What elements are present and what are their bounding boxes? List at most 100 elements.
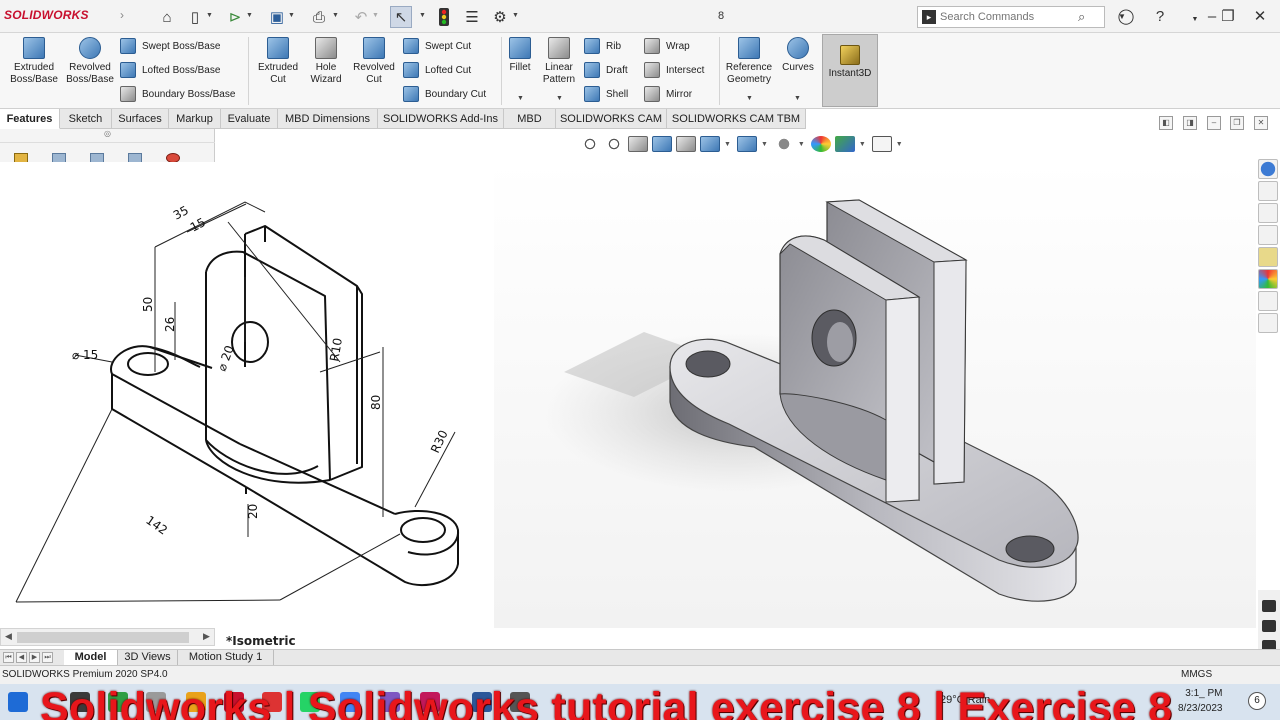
panel-handle-icon[interactable]: ◎ — [0, 129, 215, 143]
tab-solidworks-cam-tbm[interactable]: SOLIDWORKS CAM TBM — [667, 109, 806, 129]
search-commands-box[interactable]: ▸ ⌕ — [917, 6, 1105, 28]
chevron-down-icon[interactable]: ▼ — [288, 12, 295, 19]
swept-boss-button[interactable]: Swept Boss/Base — [120, 36, 220, 56]
tab-mbd-dimensions[interactable]: MBD Dimensions — [278, 109, 378, 129]
tab-solidworks-add-ins[interactable]: SOLIDWORKS Add-Ins — [378, 109, 504, 129]
file-properties-icon[interactable]: ☰ — [461, 6, 483, 28]
home-icon[interactable]: ⌂ — [156, 6, 178, 28]
reference-geometry-button[interactable]: Reference Geometry — [722, 37, 776, 86]
search-icon[interactable]: ⌕ — [1078, 9, 1085, 25]
linear-pattern-button[interactable]: Linear Pattern — [538, 37, 580, 86]
front-plate-side[interactable] — [885, 296, 920, 503]
extruded-cut-button[interactable]: Extruded Cut — [252, 37, 304, 86]
chevron-down-icon[interactable]: ▼ — [798, 141, 805, 148]
revolved-boss-button[interactable]: Revolved Boss/Base — [62, 37, 118, 86]
chevron-down-icon[interactable]: ▼ — [761, 141, 768, 148]
video-icon[interactable] — [1262, 620, 1276, 632]
tab-model[interactable]: Model — [64, 650, 118, 665]
wrap-button[interactable]: Wrap — [644, 36, 690, 56]
rebuild-traffic-light-icon[interactable] — [433, 6, 455, 28]
restore-icon[interactable]: ❐ — [1216, 6, 1240, 28]
graphics-area-3d-model[interactable] — [494, 162, 1256, 628]
new-document-icon[interactable]: ▯ — [184, 6, 206, 28]
zoom-to-area-icon[interactable] — [604, 136, 624, 152]
zoom-to-fit-icon[interactable] — [580, 136, 600, 152]
chevron-down-icon[interactable]: ▼ — [556, 95, 563, 102]
scroll-right-icon[interactable]: ▶ — [203, 631, 210, 642]
help-icon[interactable]: ? — [1148, 6, 1172, 28]
extruded-boss-button[interactable]: Extruded Boss/Base — [6, 37, 62, 86]
dynamic-annotation-icon[interactable] — [676, 136, 696, 152]
tab-sketch[interactable]: Sketch — [60, 109, 112, 129]
boundary-cut-button[interactable]: Boundary Cut — [403, 84, 486, 104]
chevron-down-icon[interactable]: ▼ — [896, 141, 903, 148]
search-input[interactable] — [940, 9, 1080, 25]
tab-solidworks-cam[interactable]: SOLIDWORKS CAM — [556, 109, 667, 129]
edit-appearance-icon[interactable] — [810, 136, 831, 152]
unit-system[interactable]: MMGS — [1181, 669, 1212, 680]
boundary-boss-button[interactable]: Boundary Boss/Base — [120, 84, 235, 104]
apply-scene-icon[interactable] — [834, 136, 855, 152]
save-icon[interactable]: ▣ — [266, 6, 288, 28]
rear-plate-side[interactable] — [933, 259, 967, 485]
chevron-down-icon[interactable]: ▼ — [724, 141, 731, 148]
right-hole[interactable] — [1005, 535, 1055, 563]
print-icon[interactable]: ⎙ — [308, 6, 330, 28]
window-next-icon[interactable]: ◨ — [1183, 116, 1197, 130]
shell-button[interactable]: Shell — [584, 84, 628, 104]
windows-start-icon[interactable] — [8, 692, 28, 712]
open-folder-icon[interactable]: ⊳ — [224, 6, 246, 28]
swept-cut-button[interactable]: Swept Cut — [403, 36, 471, 56]
display-style-icon[interactable] — [736, 136, 757, 152]
first-tab-icon[interactable]: ⏮ — [3, 652, 14, 663]
next-tab-icon[interactable]: ▶ — [29, 652, 40, 663]
curves-button[interactable]: Curves — [780, 37, 816, 74]
camera-icon[interactable] — [1262, 600, 1276, 612]
view-settings-monitor-icon[interactable] — [871, 136, 892, 152]
window-prev-icon[interactable]: ◧ — [1159, 116, 1173, 130]
chevron-down-icon[interactable]: ▼ — [419, 12, 426, 19]
chevron-down-icon[interactable]: ▼ — [246, 12, 253, 19]
hide-show-items-icon[interactable] — [773, 136, 794, 152]
chevron-down-icon[interactable]: ▼ — [794, 95, 801, 102]
chevron-down-icon[interactable]: ▼ — [859, 141, 866, 148]
revolved-cut-button[interactable]: Revolved Cut — [348, 37, 400, 86]
mirror-button[interactable]: Mirror — [644, 84, 692, 104]
section-view-icon[interactable] — [652, 136, 672, 152]
forum-icon[interactable] — [1258, 313, 1278, 333]
chevron-down-icon[interactable]: ▼ — [512, 12, 519, 19]
tab-markup[interactable]: Markup — [169, 109, 221, 129]
select-cursor-icon[interactable]: ↖ — [390, 6, 412, 28]
window-close-icon[interactable]: ✕ — [1254, 116, 1268, 130]
fillet-button[interactable]: Fillet — [505, 37, 535, 74]
scroll-thumb[interactable] — [17, 632, 189, 643]
account-icon[interactable]: ◯ — [1114, 6, 1138, 28]
home-icon[interactable] — [1258, 181, 1278, 201]
close-icon[interactable]: ✕ — [1248, 6, 1272, 28]
tab-evaluate[interactable]: Evaluate — [221, 109, 278, 129]
chevron-down-icon[interactable]: ▼ — [372, 12, 379, 19]
draft-button[interactable]: Draft — [584, 60, 628, 80]
chevron-down-icon[interactable]: ▼ — [517, 95, 524, 102]
instant3d-button[interactable]: Instant3D — [822, 34, 878, 107]
window-restore-icon[interactable]: ❐ — [1230, 116, 1244, 130]
horizontal-scrollbar[interactable]: ◀ ▶ — [0, 628, 215, 646]
custom-properties-icon[interactable] — [1258, 291, 1278, 311]
file-explorer-icon[interactable] — [1258, 225, 1278, 245]
scroll-left-icon[interactable]: ◀ — [5, 631, 12, 642]
tab-motion-study-1[interactable]: Motion Study 1 — [178, 650, 274, 665]
intersect-button[interactable]: Intersect — [644, 60, 704, 80]
design-library-icon[interactable] — [1258, 203, 1278, 223]
rib-button[interactable]: Rib — [584, 36, 621, 56]
tab-surfaces[interactable]: Surfaces — [112, 109, 169, 129]
view-palette-icon[interactable] — [1258, 247, 1278, 267]
hole-wizard-button[interactable]: Hole Wizard — [304, 37, 348, 86]
prev-tab-icon[interactable]: ◀ — [16, 652, 27, 663]
options-gear-icon[interactable]: ⚙ — [489, 6, 511, 28]
window-minimize-icon[interactable]: – — [1207, 116, 1221, 130]
lofted-boss-button[interactable]: Lofted Boss/Base — [120, 60, 220, 80]
chevron-down-icon[interactable]: ▼ — [206, 12, 213, 19]
solidworks-resources-icon[interactable] — [1258, 159, 1278, 179]
tab-features[interactable]: Features — [0, 109, 60, 129]
view-orientation-icon[interactable] — [700, 136, 720, 152]
